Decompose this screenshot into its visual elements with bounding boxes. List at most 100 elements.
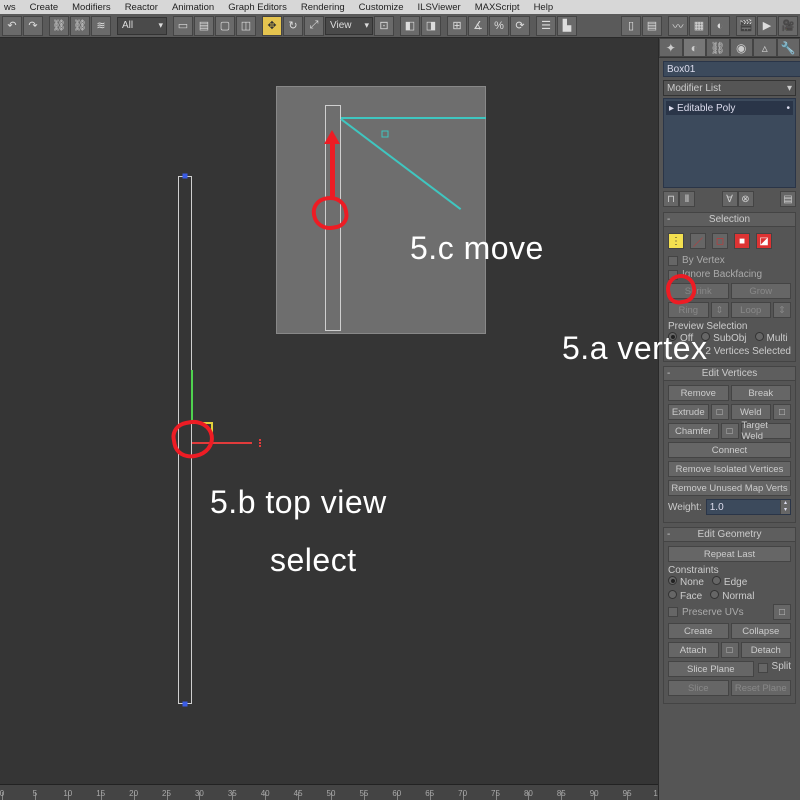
remove-button[interactable]: Remove	[668, 385, 729, 401]
collapse-button[interactable]: Collapse	[731, 623, 792, 639]
chamfer-button[interactable]: Chamfer	[668, 423, 719, 439]
select-and-scale-button[interactable]: ⤢	[304, 16, 324, 36]
snap-toggle-button[interactable]: ⊞	[447, 16, 467, 36]
constraint-none-radio[interactable]	[668, 576, 677, 585]
tab-modify[interactable]: ◐	[683, 38, 707, 57]
menu-maxscript[interactable]: MAXScript	[473, 2, 522, 13]
viewport[interactable]	[0, 38, 658, 784]
loop-spinner[interactable]: ⇕	[773, 302, 791, 318]
loop-button[interactable]: Loop	[731, 302, 772, 318]
render-setup-button[interactable]: 🎬	[736, 16, 756, 36]
target-weld-button[interactable]: Target Weld	[741, 423, 792, 439]
gizmo-y-axis[interactable]	[191, 370, 193, 420]
stack-item-editable-poly[interactable]: ▸Editable Poly•	[666, 101, 793, 115]
connect-button[interactable]: Connect	[668, 442, 791, 458]
extrude-settings-button[interactable]: □	[711, 404, 729, 420]
preserve-uvs-checkbox[interactable]	[668, 607, 678, 617]
weight-spinner[interactable]: 1.0▴▾	[706, 499, 791, 515]
by-vertex-checkbox[interactable]	[668, 256, 678, 266]
render-frame-button[interactable]: ▶	[757, 16, 777, 36]
menu-animation[interactable]: Animation	[170, 2, 216, 13]
ring-button[interactable]: Ring	[668, 302, 709, 318]
schematic-view-button[interactable]: ▦	[689, 16, 709, 36]
redo-button[interactable]: ↷	[23, 16, 43, 36]
selection-filter-dropdown[interactable]: All	[117, 17, 167, 35]
menu-create[interactable]: Create	[28, 2, 61, 13]
menu-ilsviewer[interactable]: ILSViewer	[416, 2, 463, 13]
menu-rendering[interactable]: Rendering	[299, 2, 347, 13]
render-button[interactable]: 🎥	[778, 16, 798, 36]
tab-display[interactable]: ▵	[753, 38, 777, 57]
subobj-polygon-button[interactable]: ■	[734, 233, 750, 249]
select-object-button[interactable]: ▭	[173, 16, 193, 36]
layer-manager-button[interactable]: ▤	[642, 16, 662, 36]
menu-reactor[interactable]: Reactor	[123, 2, 160, 13]
align-button[interactable]: ▯	[621, 16, 641, 36]
tab-create[interactable]: ✦	[659, 38, 683, 57]
use-pivot-button[interactable]: ⊡	[374, 16, 394, 36]
undo-button[interactable]: ↶	[2, 16, 22, 36]
make-unique-button[interactable]: ∀	[722, 191, 738, 207]
attach-list-button[interactable]: □	[721, 642, 739, 658]
keyboard-shortcut-button[interactable]: ◨	[421, 16, 441, 36]
subobj-edge-button[interactable]: ／	[690, 233, 706, 249]
subobj-border-button[interactable]: ◻	[712, 233, 728, 249]
select-by-name-button[interactable]: ▤	[194, 16, 214, 36]
attach-button[interactable]: Attach	[668, 642, 719, 658]
mirror-button[interactable]: ▙	[557, 16, 577, 36]
window-crossing-button[interactable]: ◫	[236, 16, 256, 36]
link-button[interactable]: ⛓	[49, 16, 69, 36]
tab-hierarchy[interactable]: ⛓	[706, 38, 730, 57]
named-sets-button[interactable]: ☰	[536, 16, 556, 36]
menu-customize[interactable]: Customize	[357, 2, 406, 13]
angle-snap-button[interactable]: ∡	[468, 16, 488, 36]
select-manipulate-button[interactable]: ◧	[400, 16, 420, 36]
split-checkbox[interactable]	[758, 663, 768, 673]
pin-stack-button[interactable]: ⊓	[663, 191, 679, 207]
menu-bar[interactable]: ws Create Modifiers Reactor Animation Gr…	[0, 0, 800, 14]
tab-motion[interactable]: ◉	[730, 38, 754, 57]
tab-utilities[interactable]: 🔧	[777, 38, 800, 57]
bind-spacewarp-button[interactable]: ≋	[91, 16, 111, 36]
constraint-normal-radio[interactable]	[710, 590, 719, 599]
percent-snap-button[interactable]: %	[489, 16, 509, 36]
select-region-button[interactable]: ▢	[215, 16, 235, 36]
extrude-button[interactable]: Extrude	[668, 404, 709, 420]
weld-button[interactable]: Weld	[731, 404, 772, 420]
menu-help[interactable]: Help	[532, 2, 556, 13]
ref-coord-dropdown[interactable]: View	[325, 17, 373, 35]
reset-plane-button[interactable]: Reset Plane	[731, 680, 792, 696]
unlink-button[interactable]: ⛓	[70, 16, 90, 36]
ring-spinner[interactable]: ⇕	[711, 302, 729, 318]
remove-modifier-button[interactable]: ⊗	[738, 191, 754, 207]
rollout-edit-geometry-header[interactable]: -Edit Geometry	[664, 528, 795, 542]
remove-unused-map-button[interactable]: Remove Unused Map Verts	[668, 480, 791, 496]
menu-modifiers[interactable]: Modifiers	[70, 2, 113, 13]
chamfer-settings-button[interactable]: □	[721, 423, 739, 439]
subobj-element-button[interactable]: ◪	[756, 233, 772, 249]
detach-button[interactable]: Detach	[741, 642, 792, 658]
menu-ws[interactable]: ws	[2, 2, 18, 13]
select-and-rotate-button[interactable]: ↻	[283, 16, 303, 36]
modifier-list-dropdown[interactable]: Modifier List	[663, 80, 796, 96]
object-name-field[interactable]	[663, 61, 800, 77]
select-and-move-button[interactable]: ✥	[262, 16, 282, 36]
preserve-uvs-settings-button[interactable]: □	[773, 604, 791, 620]
show-end-result-button[interactable]: Ⅱ	[679, 191, 695, 207]
grow-button[interactable]: Grow	[731, 283, 792, 299]
repeat-last-button[interactable]: Repeat Last	[668, 546, 791, 562]
weld-settings-button[interactable]: □	[773, 404, 791, 420]
rollout-edit-vertices-header[interactable]: -Edit Vertices	[664, 367, 795, 381]
rollout-selection-header[interactable]: -Selection	[664, 213, 795, 227]
spinner-snap-button[interactable]: ⟳	[510, 16, 530, 36]
create-button[interactable]: Create	[668, 623, 729, 639]
menu-graph-editors[interactable]: Graph Editors	[226, 2, 289, 13]
slice-plane-button[interactable]: Slice Plane	[668, 661, 754, 677]
curve-editor-button[interactable]: 〰	[668, 16, 688, 36]
configure-sets-button[interactable]: ▤	[780, 191, 796, 207]
break-button[interactable]: Break	[731, 385, 792, 401]
material-editor-button[interactable]: ◐	[710, 16, 730, 36]
slice-button[interactable]: Slice	[668, 680, 729, 696]
modifier-stack[interactable]: ▸Editable Poly•	[663, 98, 796, 188]
preview-multi-radio[interactable]	[755, 332, 764, 341]
